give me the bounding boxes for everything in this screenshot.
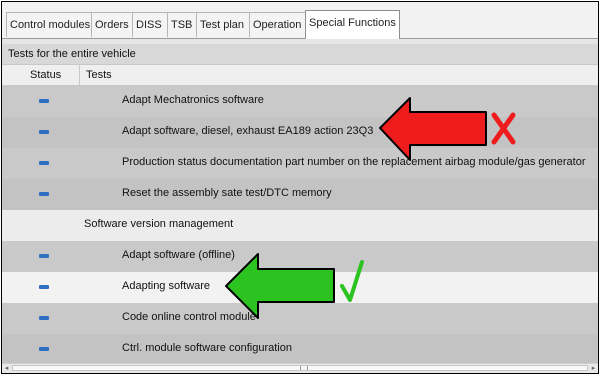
tab-bar: Control modules Orders DISS TSB Test pla… bbox=[2, 2, 598, 39]
tests-list: Adapt Mechatronics software Adapt softwa… bbox=[2, 86, 598, 365]
tab-operation[interactable]: Operation bbox=[249, 12, 306, 37]
test-label: Code online control module bbox=[122, 311, 256, 323]
test-label: Adapt Mechatronics software bbox=[122, 94, 264, 106]
tab-orders[interactable]: Orders bbox=[91, 12, 133, 37]
group-label: Software version management bbox=[84, 218, 234, 230]
table-row-selected[interactable]: Adapting software bbox=[2, 272, 598, 303]
status-indicator-icon bbox=[39, 99, 49, 103]
table-row[interactable]: Reset the assembly sate test/DTC memory bbox=[2, 179, 598, 210]
table-row[interactable]: Code online control module bbox=[2, 303, 598, 334]
status-indicator-icon bbox=[39, 285, 49, 289]
status-indicator-icon bbox=[39, 130, 49, 134]
diagnostic-window: Control modules Orders DISS TSB Test pla… bbox=[1, 1, 599, 374]
test-label: Reset the assembly sate test/DTC memory bbox=[122, 187, 332, 199]
test-label: Production status documentation part num… bbox=[122, 156, 586, 168]
test-label: Adapt software, diesel, exhaust EA189 ac… bbox=[122, 125, 374, 137]
tab-test-plan[interactable]: Test plan bbox=[196, 12, 250, 37]
table-row[interactable]: Ctrl. module software configuration bbox=[2, 334, 598, 365]
table-row[interactable]: Adapt software (offline) bbox=[2, 241, 598, 272]
status-indicator-icon bbox=[39, 316, 49, 320]
group-row[interactable]: Software version management bbox=[2, 210, 598, 241]
section-title: Tests for the entire vehicle bbox=[2, 44, 598, 64]
test-label: Ctrl. module software configuration bbox=[122, 342, 292, 354]
table-row[interactable]: Adapt Mechatronics software bbox=[2, 86, 598, 117]
column-header-tests[interactable]: Tests bbox=[86, 65, 112, 85]
table-row[interactable]: Production status documentation part num… bbox=[2, 148, 598, 179]
scroll-grip-icon bbox=[300, 366, 308, 370]
status-indicator-icon bbox=[39, 254, 49, 258]
tab-diss[interactable]: DISS bbox=[132, 12, 168, 37]
status-indicator-icon bbox=[39, 347, 49, 351]
status-indicator-icon bbox=[39, 192, 49, 196]
status-indicator-icon bbox=[39, 161, 49, 165]
tab-tsb[interactable]: TSB bbox=[167, 12, 197, 37]
tab-special-functions[interactable]: Special Functions bbox=[305, 10, 400, 39]
test-label: Adapting software bbox=[122, 280, 211, 292]
scroll-left-icon[interactable]: ◂ bbox=[2, 364, 11, 373]
table-header: Status Tests bbox=[2, 64, 598, 86]
column-header-status[interactable]: Status bbox=[30, 65, 61, 85]
column-divider[interactable] bbox=[79, 65, 80, 85]
tab-control-modules[interactable]: Control modules bbox=[6, 12, 92, 37]
scroll-right-icon[interactable]: ▸ bbox=[589, 364, 598, 373]
test-label: Adapt software (offline) bbox=[122, 249, 235, 261]
table-row[interactable]: Adapt software, diesel, exhaust EA189 ac… bbox=[2, 117, 598, 148]
horizontal-scrollbar[interactable]: ◂ ▸ bbox=[2, 363, 598, 373]
